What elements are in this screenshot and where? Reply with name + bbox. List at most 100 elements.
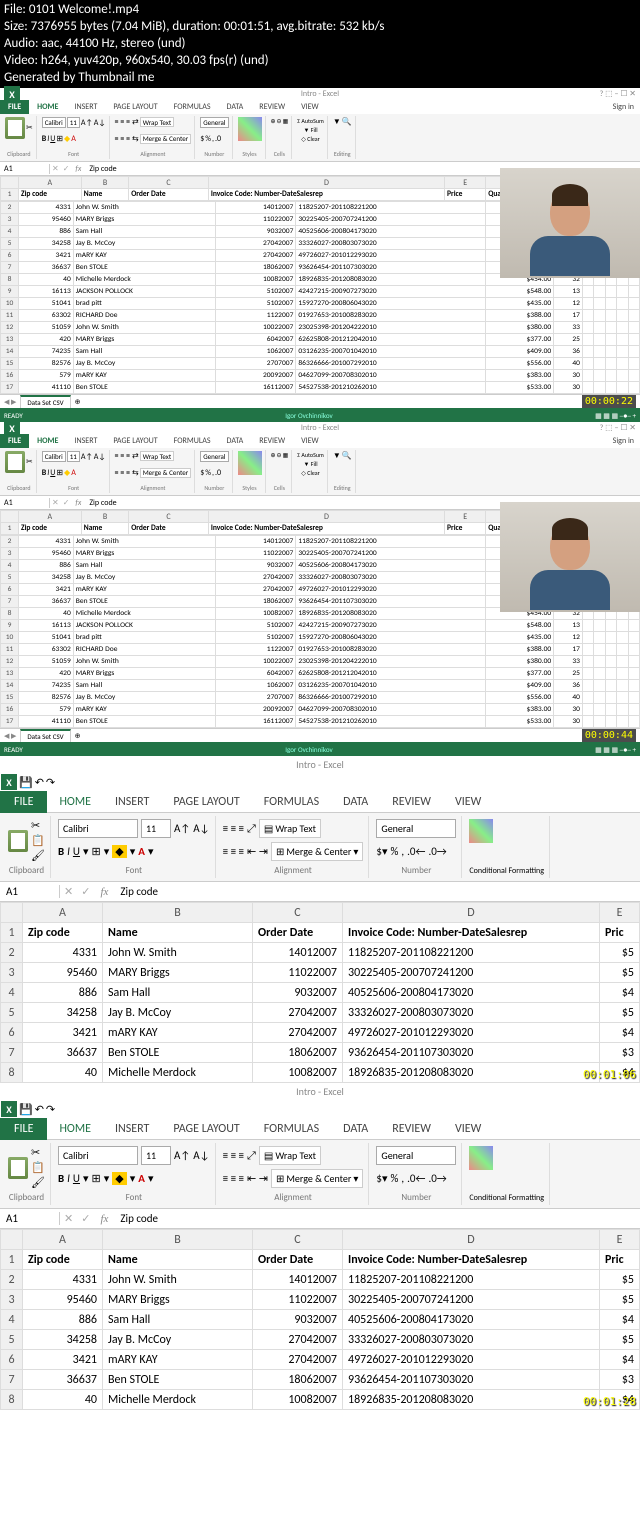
name-box[interactable]: A1 xyxy=(0,498,50,508)
table-row[interactable]: 1251059John W. Smith1002200723025398-201… xyxy=(1,656,640,668)
copy-icon[interactable]: 📋 xyxy=(31,834,45,847)
wrap-button[interactable]: Wrap Text xyxy=(140,117,175,127)
add-sheet-icon[interactable]: ⊕ xyxy=(71,397,85,406)
valign-icons[interactable]: ≡ ≡ ≡ xyxy=(223,1149,244,1162)
cond-format-icon[interactable] xyxy=(469,1146,493,1170)
fx-check-icon[interactable]: ✓ xyxy=(77,885,94,898)
halign-icons[interactable]: ≡ ≡ ≡ xyxy=(223,845,244,858)
fillcolor-icon[interactable]: ◆ xyxy=(112,1172,126,1185)
fontcolor-icon[interactable]: A xyxy=(71,134,76,144)
table-row[interactable]: 534258Jay B. McCoy2704200733326027-20080… xyxy=(1,1003,640,1023)
percent-icon[interactable]: % xyxy=(391,845,399,858)
tab-home[interactable]: HOME xyxy=(47,1118,103,1140)
align-icons[interactable]: ≡ ≡ ≡ ⇄ xyxy=(115,117,139,127)
bold-button[interactable]: B xyxy=(42,468,46,478)
table-row[interactable]: 840Michelle Merdock1008200718926835-2012… xyxy=(1,1390,640,1410)
sheet-nav-icon[interactable]: ◀ ▶ xyxy=(0,397,20,406)
fx-check-icon[interactable]: ✓ xyxy=(61,164,72,174)
formula-input[interactable]: Zip code xyxy=(114,1212,164,1225)
tab-data[interactable]: DATA xyxy=(219,100,252,114)
fillcolor-icon[interactable]: ◆ xyxy=(112,845,126,858)
table-row[interactable]: 1582576Jay B. McCoy270700786326666-20100… xyxy=(1,358,640,370)
fontsize-selector[interactable]: 11 xyxy=(141,819,171,838)
merge-button[interactable]: ⊞ Merge & Center ▾ xyxy=(271,1169,363,1188)
italic-button[interactable]: I xyxy=(67,845,70,858)
cut-icon[interactable]: ✂ xyxy=(31,819,45,832)
qat-save-icon[interactable]: 💾 xyxy=(19,1103,33,1116)
fontsize-selector[interactable]: 11 xyxy=(67,451,80,462)
table-row[interactable]: 1051041brad pitt510200715927270-20080604… xyxy=(1,632,640,644)
table-row[interactable]: 13420MARY Briggs604200762625808-20121204… xyxy=(1,668,640,680)
tab-insert[interactable]: INSERT xyxy=(103,791,161,813)
tab-insert[interactable]: INSERT xyxy=(103,1118,161,1140)
clear-button[interactable]: ◇ Clear xyxy=(301,135,320,143)
fx-cancel-icon[interactable]: ✕ xyxy=(60,1212,77,1225)
table-row[interactable]: 1582576Jay B. McCoy270700786326666-20100… xyxy=(1,692,640,704)
insert-icon[interactable]: ⊕ xyxy=(271,117,276,125)
increase-font-icon[interactable]: A↑ xyxy=(81,452,93,462)
inc-decimal-icon[interactable]: .0 xyxy=(215,468,221,478)
underline-button[interactable]: U xyxy=(50,134,55,144)
fontcolor-icon[interactable]: A xyxy=(71,468,76,478)
zoom-controls[interactable]: ▦ ▦ ▦ ─●─ + xyxy=(595,411,636,420)
indent-icons[interactable]: ⇤ ⇥ xyxy=(247,845,268,858)
bold-button[interactable]: B xyxy=(58,1172,64,1185)
border-icon[interactable]: ⊞ xyxy=(56,468,63,478)
sheet-nav-icon[interactable]: ◀ ▶ xyxy=(0,731,20,740)
percent-icon[interactable]: % xyxy=(391,1172,399,1185)
autosum-button[interactable]: Σ AutoSum xyxy=(297,451,324,459)
tab-review[interactable]: REVIEW xyxy=(380,1118,443,1140)
fill-button[interactable]: ▼ Fill xyxy=(303,460,317,468)
formula-input[interactable]: Zip code xyxy=(114,885,164,898)
wrap-button[interactable]: Wrap Text xyxy=(140,451,175,461)
cond-format-icon[interactable] xyxy=(238,117,262,141)
tab-pagelayout[interactable]: PAGE LAYOUT xyxy=(105,100,165,114)
font-selector[interactable]: Calibri xyxy=(42,117,66,128)
tab-home[interactable]: HOME xyxy=(29,100,66,114)
tab-data[interactable]: DATA xyxy=(219,434,252,448)
font-selector[interactable]: Calibri xyxy=(58,1146,138,1165)
comma-icon[interactable]: , xyxy=(401,1172,404,1185)
font-selector[interactable]: Calibri xyxy=(58,819,138,838)
numformat-selector[interactable]: General xyxy=(376,819,456,838)
table-row[interactable]: 1474235Sam Hall106200703126235-200701042… xyxy=(1,680,640,692)
table-row[interactable]: 736637Ben STOLE1806200793626454-20110730… xyxy=(1,1370,640,1390)
table-row[interactable]: 1163302RICHARD Doe112200701927653-201008… xyxy=(1,310,640,322)
font-selector[interactable]: Calibri xyxy=(42,451,66,462)
italic-button[interactable]: I xyxy=(47,468,49,478)
numformat-selector[interactable]: General xyxy=(200,451,228,462)
table-row[interactable]: 1163302RICHARD Doe112200701927653-201008… xyxy=(1,644,640,656)
decrease-font-icon[interactable]: A↓ xyxy=(94,452,106,462)
table-row[interactable]: 1251059John W. Smith1002200723025398-201… xyxy=(1,322,640,334)
table-row[interactable]: 24331John W. Smith1401200711825207-20110… xyxy=(1,1270,640,1290)
sort-icon[interactable]: ▼ xyxy=(333,451,341,461)
qat-redo-icon[interactable]: ↷ xyxy=(46,776,55,789)
comma-icon[interactable]: , xyxy=(212,134,214,144)
table-row[interactable]: 916113JACKSON POLLOCK510200742427215-200… xyxy=(1,620,640,632)
currency-icon[interactable]: $▾ xyxy=(376,845,387,858)
signin-link[interactable]: Sign in xyxy=(613,102,640,112)
decrease-font-icon[interactable]: A↓ xyxy=(193,1149,209,1162)
align-h-icons[interactable]: ≡ ≡ ≡ ⇆ xyxy=(115,468,139,478)
border-icon[interactable]: ⊞ xyxy=(92,845,101,858)
table-row[interactable]: 916113JACKSON POLLOCK510200742427215-200… xyxy=(1,286,640,298)
tab-formulas[interactable]: FORMULAS xyxy=(252,1118,331,1140)
fontcolor-icon[interactable]: A xyxy=(138,1172,145,1185)
find-icon[interactable]: 🔍 xyxy=(342,117,352,127)
border-icon[interactable]: ⊞ xyxy=(56,134,63,144)
fx-icon[interactable]: fx xyxy=(94,1213,114,1225)
decrease-font-icon[interactable]: A↓ xyxy=(193,822,209,835)
table-row[interactable]: 63421mARY KAY2704200749726027-2010122930… xyxy=(1,1023,640,1043)
currency-icon[interactable]: $ xyxy=(200,134,204,144)
comma-icon[interactable]: , xyxy=(401,845,404,858)
percent-icon[interactable]: % xyxy=(205,134,211,144)
underline-button[interactable]: U xyxy=(73,1172,80,1185)
increase-font-icon[interactable]: A↑ xyxy=(174,822,190,835)
valign-icons[interactable]: ≡ ≡ ≡ xyxy=(223,822,244,835)
delete-icon[interactable]: ⊖ xyxy=(277,451,282,459)
border-icon[interactable]: ⊞ xyxy=(92,1172,101,1185)
wrap-button[interactable]: ▤ Wrap Text xyxy=(259,1146,321,1165)
merge-button[interactable]: Merge & Center xyxy=(140,468,192,478)
table-row[interactable]: 840Michelle Merdock1008200718926835-2012… xyxy=(1,1063,640,1083)
fx-check-icon[interactable]: ✓ xyxy=(77,1212,94,1225)
